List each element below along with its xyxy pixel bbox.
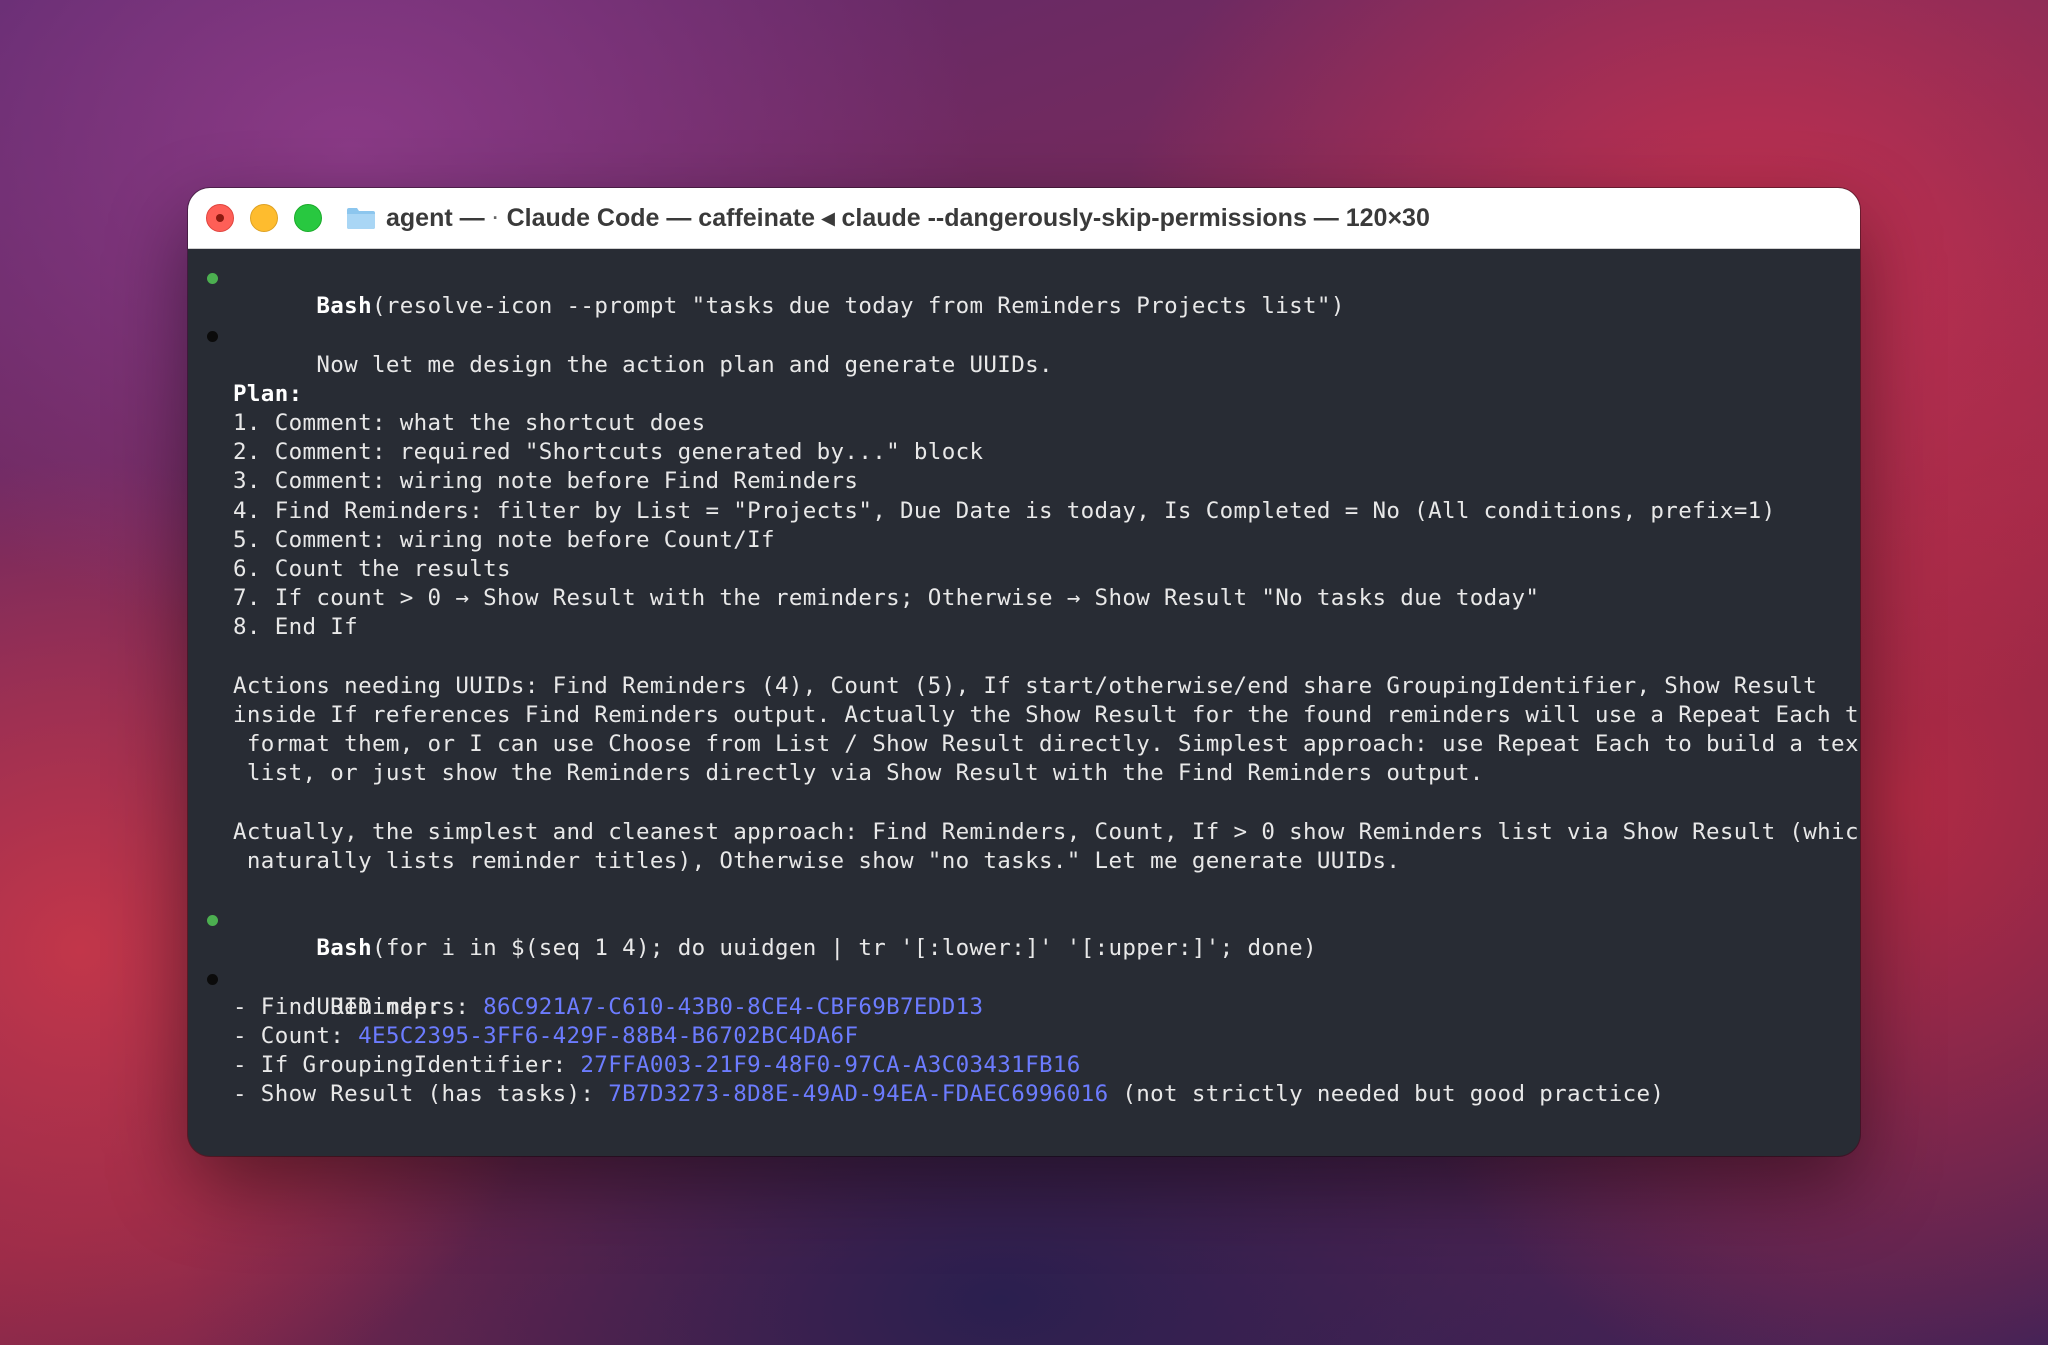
message-bullet-icon xyxy=(207,331,218,343)
plan-item: 2. Comment: required "Shortcuts generate… xyxy=(233,439,984,466)
uuid-map-item: - Find Reminders: 86C921A7-C610-43B0-8CE… xyxy=(188,993,1860,1022)
terminal-output[interactable]: Bash(resolve-icon --prompt "tasks due to… xyxy=(188,249,1860,1109)
uuid-value: 7B7D3273-8D8E-49AD-94EA-FDAEC6996016 xyxy=(608,1081,1109,1108)
tool-args: (resolve-icon --prompt "tasks due today … xyxy=(371,293,1345,320)
assistant-message-line: UUID map: xyxy=(188,964,1860,1020)
bash-call-line: Bash(for i in $(seq 1 4); do uuidgen | t… xyxy=(188,905,1860,961)
plan-item: 4. Find Reminders: filter by List = "Pro… xyxy=(233,497,1776,524)
uuid-value: 4E5C2395-3FF6-429F-88B4-B6702BC4DA6F xyxy=(358,1022,859,1049)
plan-item: 8. End If xyxy=(233,614,359,641)
uuid-label: - If GroupingIdentifier: xyxy=(233,1052,581,1079)
paragraph-line: Actions needing UUIDs: Find Reminders (4… xyxy=(233,672,1818,699)
paragraph-line: list, or just show the Reminders directl… xyxy=(233,760,1484,787)
plan-item: 6. Count the results xyxy=(233,555,511,582)
uuid-map-item: - If GroupingIdentifier: 27FFA003-21F9-4… xyxy=(188,1051,1860,1080)
uuid-value: 27FFA003-21F9-48F0-97CA-A3C03431FB16 xyxy=(580,1052,1081,1079)
message-bullet-icon xyxy=(207,973,218,985)
minimize-button[interactable] xyxy=(250,204,278,232)
assistant-message-line: Now let me design the action plan and ge… xyxy=(188,321,1860,378)
uuid-map-item: - Show Result (has tasks): 7B7D3273-8D8E… xyxy=(188,1080,1860,1109)
title-folder-name: agent — xyxy=(386,203,485,232)
close-button[interactable] xyxy=(206,204,234,232)
plan-item: 1. Comment: what the shortcut does xyxy=(233,409,706,436)
paragraph-line: inside If references Find Reminders outp… xyxy=(233,701,1860,728)
plan-item: 5. Comment: wiring note before Count/If xyxy=(233,526,775,553)
folder-icon xyxy=(347,208,375,229)
title-bar[interactable]: agent — · Claude Code — caffeinate ◂ cla… xyxy=(188,188,1860,249)
bash-call-line: Bash(resolve-icon --prompt "tasks due to… xyxy=(188,263,1860,319)
uuid-note: (not strictly needed but good practice) xyxy=(1108,1081,1665,1108)
uuid-label: - Count: xyxy=(233,1022,359,1049)
plan-item: 7. If count > 0 → Show Result with the r… xyxy=(233,585,1540,612)
success-bullet-icon xyxy=(207,915,218,927)
plan-heading: Plan: xyxy=(188,380,1860,409)
message-text: Now let me design the action plan and ge… xyxy=(316,351,1053,378)
window-title: agent — · Claude Code — caffeinate ◂ cla… xyxy=(346,203,1430,233)
uuid-map-item: - Count: 4E5C2395-3FF6-429F-88B4-B6702BC… xyxy=(188,1022,1860,1051)
paragraph-line: format them, or I can use Choose from Li… xyxy=(233,731,1860,757)
close-dot-icon xyxy=(216,214,224,222)
maximize-button[interactable] xyxy=(294,204,322,232)
tool-name: Bash xyxy=(316,935,372,962)
title-separator: · xyxy=(492,207,499,228)
plan-item: 3. Comment: wiring note before Find Remi… xyxy=(233,468,859,495)
window-controls xyxy=(206,204,322,232)
uuid-label: - Find Reminders: xyxy=(233,993,484,1020)
success-bullet-icon xyxy=(207,273,218,284)
plan-heading-text: Plan: xyxy=(233,380,303,407)
uuid-label: - Show Result (has tasks): xyxy=(233,1081,609,1108)
paragraph-line: Actually, the simplest and cleanest appr… xyxy=(233,818,1860,845)
tool-name: Bash xyxy=(316,293,372,320)
title-process: Claude Code — caffeinate ◂ claude --dang… xyxy=(506,204,1430,232)
terminal-window: agent — · Claude Code — caffeinate ◂ cla… xyxy=(188,188,1860,1156)
uuid-value: 86C921A7-C610-43B0-8CE4-CBF69B7EDD13 xyxy=(483,993,984,1020)
paragraph-line: naturally lists reminder titles), Otherw… xyxy=(233,847,1401,874)
tool-args: (for i in $(seq 1 4); do uuidgen | tr '[… xyxy=(371,935,1317,962)
